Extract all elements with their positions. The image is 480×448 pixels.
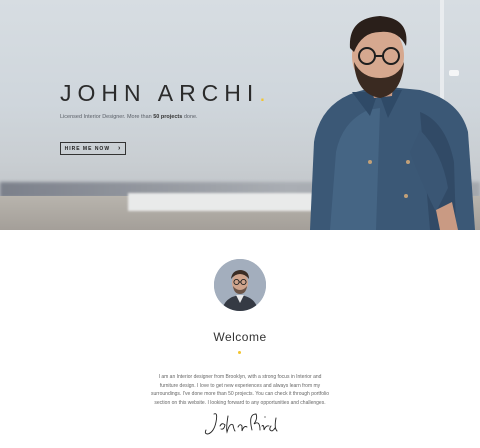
- hero-section: JOHN ARCHI. Licensed Interior Designer. …: [0, 0, 480, 230]
- hero-name-heading: JOHN ARCHI.: [60, 80, 272, 107]
- bio-line: furniture design. I love to get new expe…: [159, 382, 321, 389]
- hero-portrait-image: [270, 12, 480, 230]
- hero-tagline-highlight: 50 projects: [153, 114, 183, 120]
- hire-me-button[interactable]: HIRE ME NOW ›: [60, 142, 126, 155]
- hero-name-text: JOHN ARCHI: [60, 80, 260, 106]
- hero-tagline: Licensed Interior Designer. More than 50…: [60, 114, 198, 120]
- accent-dot-divider: [238, 351, 241, 354]
- hero-tagline-prefix: Licensed Interior Designer. More than: [60, 114, 154, 120]
- about-section: Welcome I am an Interior designer from B…: [0, 230, 480, 448]
- bio-line: surroundings. I've done more than 50 pro…: [150, 391, 329, 397]
- hero-tagline-suffix: done.: [182, 114, 198, 120]
- hire-me-label: HIRE ME NOW: [64, 145, 111, 152]
- bio-line: I am an Interior designer from Brooklyn,…: [158, 374, 322, 380]
- hero-name-accent-dot: .: [259, 80, 272, 106]
- bio-paragraph: I am an Interior designer from Brooklyn,…: [140, 373, 340, 407]
- chevron-right-icon: ›: [118, 145, 122, 152]
- avatar: [214, 259, 266, 311]
- welcome-heading: Welcome: [213, 330, 267, 344]
- bio-line: section on this website. I looking forwa…: [154, 399, 326, 406]
- signature-image: [200, 408, 280, 438]
